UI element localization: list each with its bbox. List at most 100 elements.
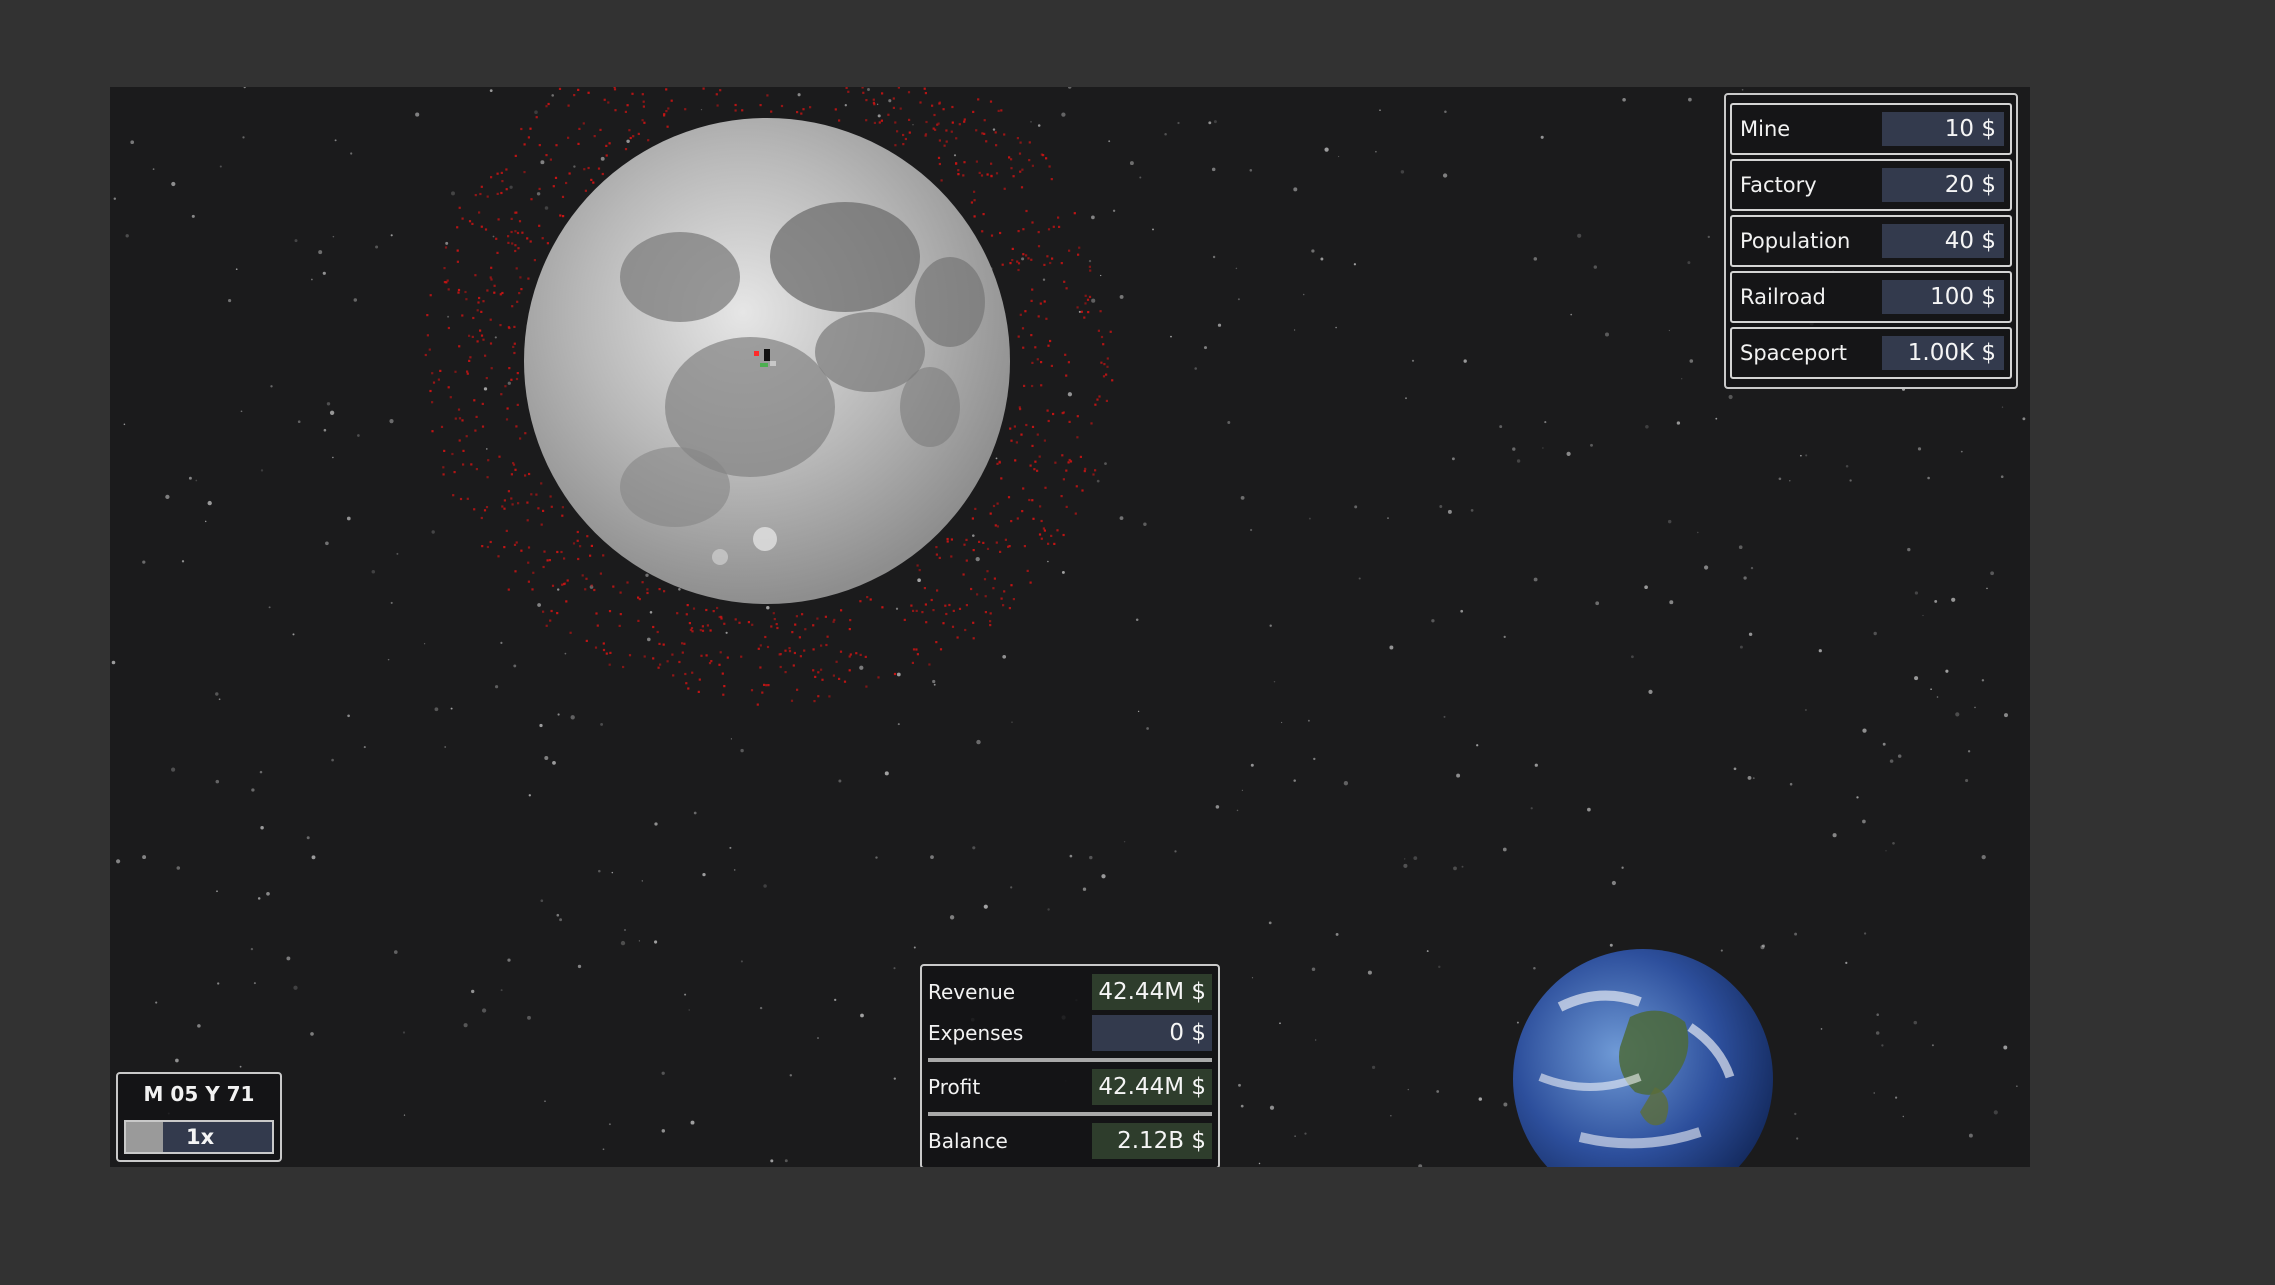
debris-particle [519,437,522,440]
debris-particle [759,104,762,107]
debris-particle [716,104,719,107]
star [113,197,117,200]
debris-particle [520,288,523,291]
debris-particle [440,425,444,428]
star [1595,601,1600,606]
game-speed-slider[interactable]: 1x [124,1120,274,1154]
debris-particle [585,639,588,642]
debris-particle [970,201,973,204]
debris-particle [672,674,675,677]
debris-particle [545,105,548,108]
star [770,1159,774,1163]
debris-particle [1010,584,1013,587]
debris-particle [550,609,553,613]
build-item-label: Railroad [1740,285,1826,309]
star [1715,417,1718,420]
star [1917,447,1922,451]
debris-particle [1106,357,1109,360]
star [1067,87,1072,89]
debris-particle [893,672,897,676]
debris-particle [565,600,568,603]
debris-particle [482,300,485,303]
star [983,904,988,909]
star [396,552,399,555]
star [1743,576,1747,580]
debris-particle [548,559,551,562]
debris-particle [919,101,922,104]
star [1146,727,1149,730]
debris-particle [514,154,517,157]
star [1470,509,1474,512]
debris-particle [558,87,562,90]
debris-particle [982,541,985,544]
star [725,631,728,634]
debris-particle [1057,216,1060,219]
star [268,606,271,609]
debris-particle [945,612,948,616]
debris-particle [514,230,517,233]
build-population-button[interactable]: Population 40 $ [1730,215,2012,267]
debris-particle [584,588,587,591]
debris-particle [1020,433,1023,436]
star [611,871,614,874]
debris-particle [973,215,976,218]
build-railroad-button[interactable]: Railroad 100 $ [1730,271,2012,323]
debris-particle [524,474,527,477]
star [1478,1097,1483,1101]
earth-planet-icon[interactable] [1513,949,1773,1167]
debris-particle [567,104,570,107]
debris-particle [995,541,998,544]
debris-particle [1046,409,1049,412]
debris-particle [538,144,541,147]
star [1139,176,1142,179]
debris-particle [468,220,472,223]
debris-particle [599,128,602,131]
debris-particle [475,415,478,418]
debris-particle [1105,399,1108,402]
star [646,637,651,642]
debris-particle [681,642,684,645]
debris-particle [741,109,744,112]
star [693,811,697,815]
build-factory-button[interactable]: Factory 20 $ [1730,159,2012,211]
star [130,140,135,145]
debris-particle [1031,425,1035,428]
debris-particle [997,109,1000,112]
debris-particle [1067,461,1070,464]
star [1237,298,1240,301]
debris-particle [666,660,669,663]
star [1137,710,1140,713]
debris-particle [689,628,692,631]
debris-particle [486,289,489,292]
star [1447,509,1452,514]
star [306,836,310,840]
debris-particle [607,101,610,104]
debris-particle [1004,538,1007,541]
star [1343,781,1349,786]
profit-row: Profit 42.44M $ [928,1068,1212,1106]
star [415,112,420,117]
build-spaceport-button[interactable]: Spaceport 1.00K $ [1730,327,2012,379]
debris-particle [576,530,579,534]
star [216,890,218,893]
debris-particle [489,276,492,279]
build-mine-button[interactable]: Mine 10 $ [1730,103,2012,155]
star [1089,855,1093,860]
game-viewport[interactable]: Mine 10 $ Factory 20 $ Population 40 $ R… [110,87,2030,1167]
star [1955,712,1960,717]
debris-particle [892,97,895,100]
debris-particle [560,550,563,554]
debris-particle [942,622,945,625]
debris-particle [602,642,605,645]
star [350,152,353,155]
debris-particle [531,588,534,591]
debris-particle [940,179,943,182]
debris-particle [1037,231,1040,234]
star [626,139,630,144]
debris-particle [443,267,446,270]
star [1738,545,1743,550]
debris-particle [1086,298,1090,301]
debris-particle [1008,607,1011,610]
star [784,1159,788,1163]
debris-particle [989,620,992,623]
